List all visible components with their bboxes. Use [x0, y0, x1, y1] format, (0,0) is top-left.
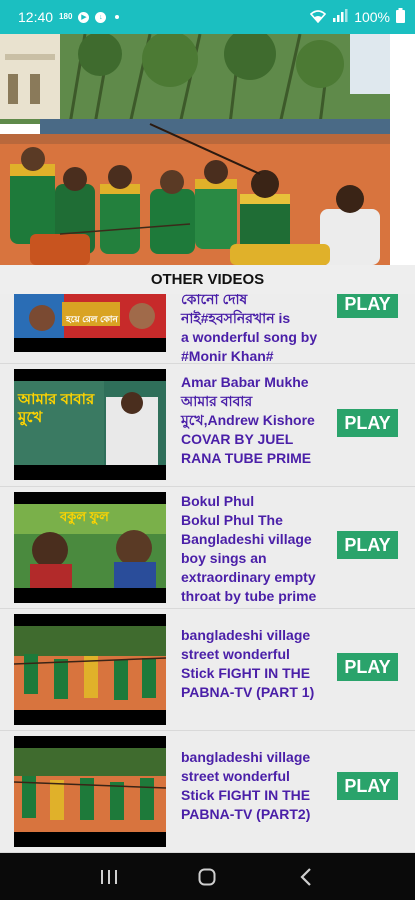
list-item[interactable]: bangladeshi village street wonderful Sti… [0, 731, 415, 853]
play-button[interactable]: PLAY [337, 531, 398, 559]
hero-video-image[interactable] [0, 34, 390, 265]
video-thumbnail[interactable]: হয়ে রেল কোন [14, 294, 166, 352]
stick-fight-scene-image [0, 34, 390, 265]
video-title[interactable]: bangladeshi village street wonderful Sti… [181, 748, 326, 824]
play-button[interactable]: PLAY [337, 772, 398, 800]
video-thumbnail[interactable] [14, 614, 166, 725]
list-item[interactable]: বকুল ফুল Bokul Phul Bokul Phul The Bangl… [0, 487, 415, 609]
video-thumbnail[interactable] [14, 736, 166, 847]
battery-percent: 100% [354, 9, 390, 25]
video-title[interactable]: কোনো দোষ নাই#হবসনিরখান is a wonderful so… [181, 294, 326, 366]
video-list[interactable]: হয়ে রেল কোন কোনো দোষ নাই#হবসনিরখান is a… [0, 294, 415, 853]
play-button[interactable]: PLAY [337, 653, 398, 681]
play-circle-icon: ▶ [78, 11, 90, 23]
other-videos-heading: OTHER VIDEOS [0, 265, 415, 294]
home-icon[interactable] [187, 857, 227, 897]
list-item[interactable]: bangladeshi village street wonderful Sti… [0, 609, 415, 731]
list-item[interactable]: আমার বাবার মুখে Amar Babar Mukhe আমার বা… [0, 364, 415, 487]
wifi-icon [310, 9, 327, 26]
video-thumbnail[interactable]: বকুল ফুল [14, 492, 166, 603]
video-title[interactable]: bangladeshi village street wonderful Sti… [181, 626, 326, 702]
video-title[interactable]: Amar Babar Mukhe আমার বাবার মুখে,Andrew … [181, 373, 326, 468]
system-nav-bar [0, 853, 415, 900]
signal-icon [332, 8, 348, 26]
play-button[interactable]: PLAY [337, 294, 398, 318]
video-thumbnail[interactable]: আমার বাবার মুখে [14, 369, 166, 480]
notification-badge-icon: 180 [59, 12, 73, 21]
status-bar: 12:40 180 ▶ ↓ 100% [0, 0, 415, 34]
status-left: 12:40 180 ▶ ↓ [18, 9, 120, 25]
status-right: 100% [310, 8, 405, 26]
back-icon[interactable] [286, 857, 326, 897]
list-item[interactable]: হয়ে রেল কোন কোনো দোষ নাই#হবসনিরখান is a… [0, 294, 415, 364]
battery-icon [396, 8, 405, 26]
download-circle-icon: ↓ [95, 11, 107, 23]
status-time: 12:40 [18, 9, 54, 25]
play-button[interactable]: PLAY [337, 409, 398, 437]
video-title[interactable]: Bokul Phul Bokul Phul The Bangladeshi vi… [181, 492, 326, 606]
thumbnail-text: হয়ে রেল কোন [66, 314, 118, 324]
thumbnail-text: আমার বাবার মুখে [18, 391, 95, 426]
recent-apps-icon[interactable] [89, 857, 129, 897]
dot-icon [115, 15, 120, 19]
thumbnail-text: বকুল ফুল [60, 509, 109, 524]
